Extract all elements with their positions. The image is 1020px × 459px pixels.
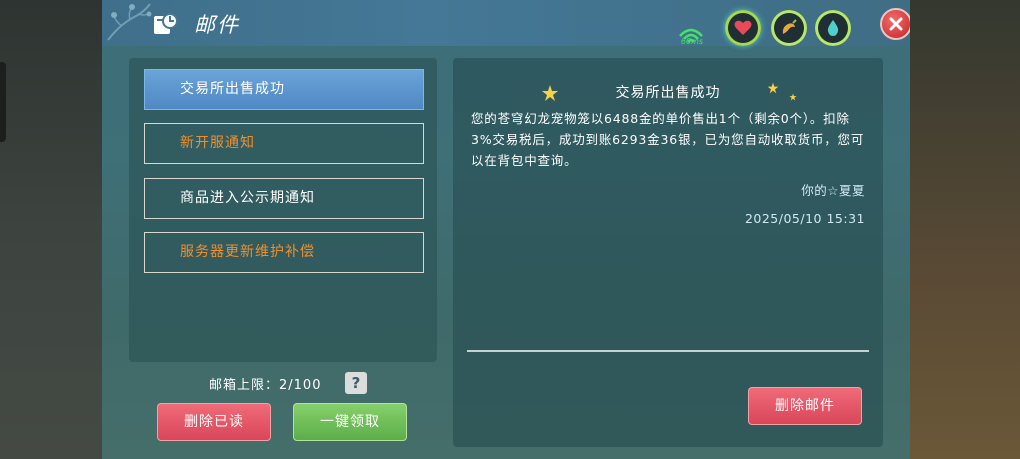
carrot-icon (782, 19, 797, 34)
window-title: 邮件 (194, 13, 240, 37)
mail-title: 交易所出售成功 (615, 85, 721, 101)
mail-detail-panel: 交易所出售成功 您的苍穹幻龙宠物笼以6488金的单价售出1个（剩余0个）。扣除3… (453, 58, 883, 447)
help-button[interactable]: ? (345, 372, 367, 394)
scene-background-left (0, 0, 102, 459)
side-handle (0, 62, 6, 142)
mail-body: 您的苍穹幻龙宠物笼以6488金的单价售出1个（剩余0个）。扣除3%交易税后，成功… (471, 111, 865, 168)
mail-item-maintenance-compensation[interactable]: 服务器更新维护补偿 (144, 232, 424, 273)
delete-mail-button[interactable]: 删除邮件 (748, 387, 862, 425)
food-status[interactable] (771, 10, 807, 46)
branch-decoration-icon (107, 3, 152, 41)
mail-date: 2025/05/10 15:31 (744, 211, 865, 226)
divider (467, 350, 869, 352)
mail-window: 邮件 60ms 交易所出售成功 新开服通知 商品进入公示期通知 服务器更新维护补… (102, 0, 910, 459)
close-button[interactable] (880, 8, 910, 40)
mail-item-new-server[interactable]: 新开服通知 (144, 123, 424, 164)
mailbox-limit: 邮箱上限：2/100 (209, 378, 322, 393)
water-status[interactable] (815, 10, 851, 46)
delete-read-button[interactable]: 删除已读 (157, 403, 271, 441)
collect-all-button[interactable]: 一键领取 (293, 403, 407, 441)
mail-item-publicity-notice[interactable]: 商品进入公示期通知 (144, 178, 424, 219)
heart-icon (734, 20, 752, 35)
scene-background-right (910, 0, 1020, 459)
mail-sender: 你的☆夏夏 (801, 183, 865, 198)
health-status[interactable] (725, 10, 761, 46)
mail-icon (154, 13, 178, 34)
mail-item-sale-success[interactable]: 交易所出售成功 (144, 69, 424, 110)
mail-list-panel: 交易所出售成功 新开服通知 商品进入公示期通知 服务器更新维护补偿 (129, 58, 437, 362)
close-icon (889, 17, 903, 31)
ping-value: 60ms (680, 37, 704, 46)
title-bar: 邮件 60ms (102, 0, 910, 46)
water-drop-icon (827, 20, 839, 36)
